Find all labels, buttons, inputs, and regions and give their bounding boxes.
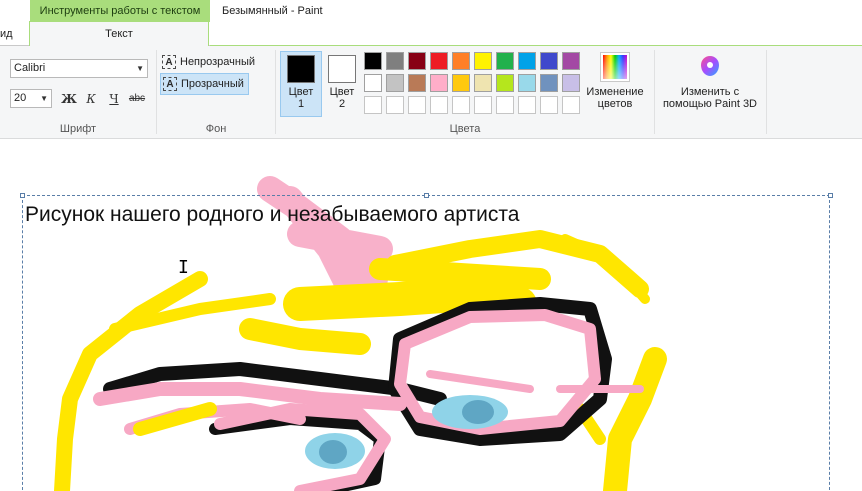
palette-custom-slot[interactable] xyxy=(386,96,404,114)
window-title: Безымянный - Paint xyxy=(222,5,323,17)
font-group: Calibri ▼ 20 ▼ Ж К Ч abc Шрифт xyxy=(0,46,156,138)
palette-color-swatch[interactable] xyxy=(386,52,404,70)
color1-swatch xyxy=(287,55,315,83)
opaque-label: Непрозрачный xyxy=(180,56,256,68)
paint3d-button[interactable]: Изменить с помощью Paint 3D xyxy=(658,52,762,110)
paint3d-label-line2: помощью Paint 3D xyxy=(662,98,758,110)
color1-label-line2: 1 xyxy=(297,98,305,110)
chevron-down-icon: ▼ xyxy=(40,94,48,103)
color1-label-line1: Цвет xyxy=(288,86,314,98)
color1-button[interactable]: Цвет 1 xyxy=(280,51,322,117)
edit-colors-icon xyxy=(600,52,630,82)
palette-color-swatch[interactable] xyxy=(364,74,382,92)
palette-color-swatch[interactable] xyxy=(430,52,448,70)
palette-color-swatch[interactable] xyxy=(474,74,492,92)
palette-color-swatch[interactable] xyxy=(430,74,448,92)
tab-text[interactable]: Текст xyxy=(29,21,209,46)
palette-color-swatch[interactable] xyxy=(474,52,492,70)
palette-color-swatch[interactable] xyxy=(496,52,514,70)
palette-custom-slot[interactable] xyxy=(562,96,580,114)
font-size-value: 20 xyxy=(14,92,27,104)
palette-custom-slot[interactable] xyxy=(430,96,448,114)
palette-color-swatch[interactable] xyxy=(386,74,404,92)
resize-handle[interactable] xyxy=(20,193,25,198)
font-family-select[interactable]: Calibri ▼ xyxy=(10,59,148,78)
palette-color-swatch[interactable] xyxy=(540,74,558,92)
palette-custom-slot[interactable] xyxy=(518,96,536,114)
underline-button[interactable]: Ч xyxy=(104,90,124,108)
context-tab-text-tools: Инструменты работы с текстом xyxy=(30,0,210,22)
palette-color-swatch[interactable] xyxy=(496,74,514,92)
palette-custom-slot[interactable] xyxy=(364,96,382,114)
palette-color-swatch[interactable] xyxy=(540,52,558,70)
transparent-option[interactable]: A Прозрачный xyxy=(160,73,249,95)
palette-custom-slot[interactable] xyxy=(540,96,558,114)
text-selection-frame[interactable] xyxy=(22,195,830,491)
opaque-option[interactable]: A Непрозрачный xyxy=(160,52,259,72)
colors-group-label: Цвета xyxy=(449,123,481,135)
canvas-text[interactable]: Рисунок нашего родного и незабываемого а… xyxy=(25,203,519,227)
bold-button[interactable]: Ж xyxy=(59,90,79,108)
palette-color-swatch[interactable] xyxy=(562,74,580,92)
canvas[interactable]: Рисунок нашего родного и незабываемого а… xyxy=(0,139,862,491)
font-group-label: Шрифт xyxy=(59,123,97,135)
palette-custom-slot[interactable] xyxy=(408,96,426,114)
resize-handle[interactable] xyxy=(424,193,429,198)
paint3d-label-line1: Изменить с xyxy=(680,86,740,98)
text-background-icon: A xyxy=(162,55,176,70)
font-size-select[interactable]: 20 ▼ xyxy=(10,89,52,108)
palette-color-swatch[interactable] xyxy=(408,52,426,70)
palette-color-swatch[interactable] xyxy=(452,74,470,92)
palette-color-swatch[interactable] xyxy=(562,52,580,70)
chevron-down-icon: ▼ xyxy=(136,64,144,73)
color2-label-line2: 2 xyxy=(338,98,346,110)
background-group-label: Фон xyxy=(205,123,227,135)
ribbon: Calibri ▼ 20 ▼ Ж К Ч abc Шрифт Фон A Непр… xyxy=(0,46,862,139)
palette-custom-slot[interactable] xyxy=(452,96,470,114)
text-cursor-icon: I xyxy=(178,257,189,278)
paint3d-icon xyxy=(695,52,725,82)
transparent-label: Прозрачный xyxy=(181,78,244,90)
palette-color-swatch[interactable] xyxy=(452,52,470,70)
edit-colors-label-line1: Изменение xyxy=(586,86,644,98)
italic-button[interactable]: К xyxy=(81,90,101,108)
edit-colors-label-line2: цветов xyxy=(597,98,633,110)
palette-color-swatch[interactable] xyxy=(518,74,536,92)
resize-handle[interactable] xyxy=(828,193,833,198)
palette-custom-slot[interactable] xyxy=(474,96,492,114)
color2-button[interactable]: Цвет 2 xyxy=(321,51,363,117)
color2-label-line1: Цвет xyxy=(329,86,355,98)
palette-color-swatch[interactable] xyxy=(364,52,382,70)
palette-color-swatch[interactable] xyxy=(408,74,426,92)
palette-color-swatch[interactable] xyxy=(518,52,536,70)
text-background-icon: A xyxy=(163,77,177,92)
color2-swatch xyxy=(328,55,356,83)
ribbon-tab-row: ид Текст xyxy=(0,21,862,46)
edit-colors-button[interactable]: Изменение цветов xyxy=(583,52,647,110)
tab-view[interactable]: ид xyxy=(0,22,13,46)
strikethrough-button[interactable]: abc xyxy=(127,90,147,108)
title-bar: Инструменты работы с текстом Безымянный … xyxy=(0,0,862,22)
palette-custom-slot[interactable] xyxy=(496,96,514,114)
font-family-value: Calibri xyxy=(14,62,46,74)
